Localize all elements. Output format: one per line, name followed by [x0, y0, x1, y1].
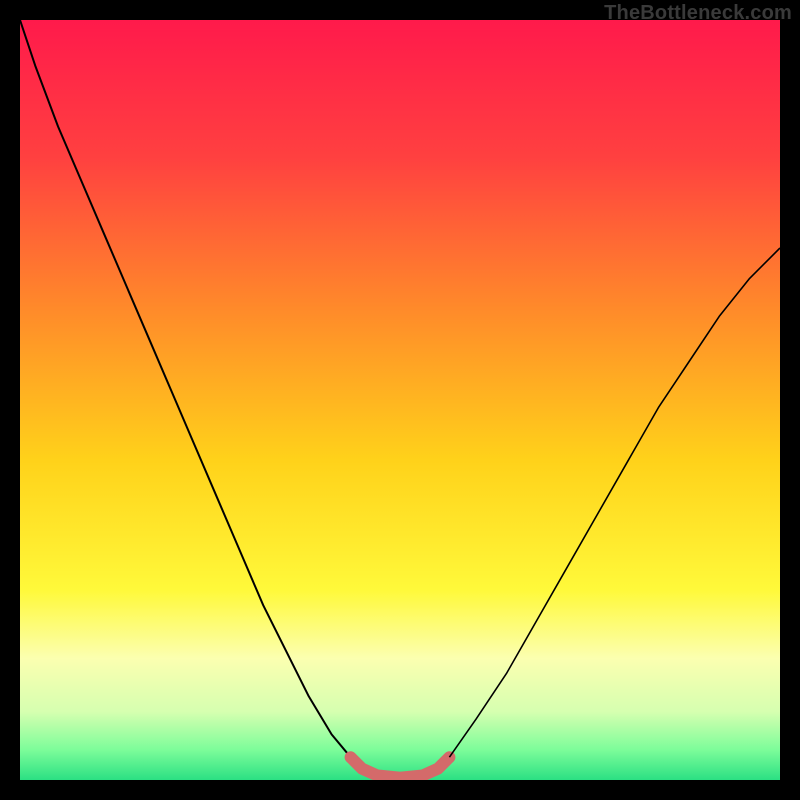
- curve-left-arm: [20, 20, 351, 757]
- curve-layer: [20, 20, 780, 780]
- chart-frame: TheBottleneck.com: [0, 0, 800, 800]
- curve-right-arm: [449, 248, 780, 757]
- curve-pink-bottom: [351, 757, 450, 778]
- watermark-text: TheBottleneck.com: [604, 2, 792, 25]
